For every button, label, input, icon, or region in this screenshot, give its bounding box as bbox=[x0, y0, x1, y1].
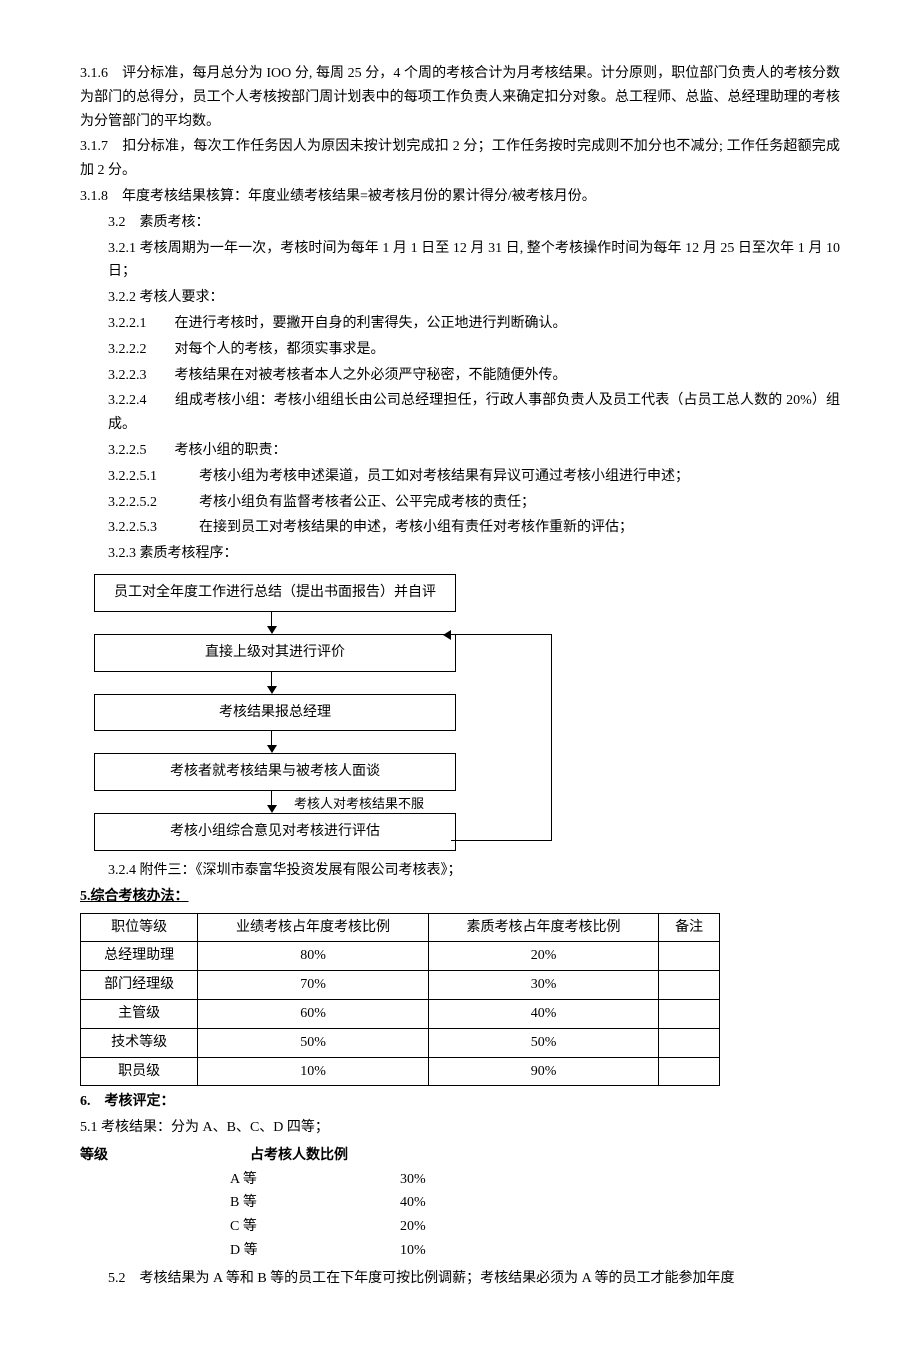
table-cell: 主管级 bbox=[81, 999, 198, 1028]
grade-row: A 等30% bbox=[80, 1168, 840, 1192]
th-quality-ratio: 素质考核占年度考核比例 bbox=[428, 913, 659, 942]
para-3-2-2-5-1: 3.2.2.5.1 考核小组为考核申述渠道，员工如对考核结果有异议可通过考核小组… bbox=[80, 465, 840, 489]
table-cell: 60% bbox=[198, 999, 429, 1028]
grade-percent: 10% bbox=[400, 1239, 570, 1263]
flow-loop-back bbox=[451, 634, 552, 841]
arrow-3 bbox=[94, 731, 449, 753]
grade-row: C 等20% bbox=[80, 1215, 840, 1239]
table-cell: 部门经理级 bbox=[81, 971, 198, 1000]
grade-level: C 等 bbox=[80, 1215, 400, 1239]
table-cell: 40% bbox=[428, 999, 659, 1028]
para-3-2: 3.2 素质考核： bbox=[80, 211, 840, 235]
para-3-2-2: 3.2.2 考核人要求： bbox=[80, 286, 840, 310]
grade-level: D 等 bbox=[80, 1239, 400, 1263]
table-comprehensive-assessment: 职位等级 业绩考核占年度考核比例 素质考核占年度考核比例 备注 总经理助理80%… bbox=[80, 913, 720, 1087]
table-row: 主管级60%40% bbox=[81, 999, 720, 1028]
arrow-1 bbox=[94, 612, 449, 634]
arrow-4-label: 考核人对考核结果不服 bbox=[294, 793, 424, 815]
table-cell: 80% bbox=[198, 942, 429, 971]
th-remark: 备注 bbox=[659, 913, 720, 942]
th-position: 职位等级 bbox=[81, 913, 198, 942]
para-5-1: 5.1 考核结果：分为 A、B、C、D 四等； bbox=[80, 1116, 840, 1140]
table-cell bbox=[659, 999, 720, 1028]
table-cell bbox=[659, 942, 720, 971]
para-5-2: 5.2 考核结果为 A 等和 B 等的员工在下年度可按比例调薪；考核结果必须为 … bbox=[80, 1267, 840, 1291]
para-3-2-2-5: 3.2.2.5 考核小组的职责： bbox=[80, 439, 840, 463]
para-3-1-8: 3.1.8 年度考核结果核算：年度业绩考核结果=被考核月份的累计得分/被考核月份… bbox=[80, 185, 840, 209]
grade-header-level: 等级 bbox=[80, 1144, 250, 1168]
table-cell: 技术等级 bbox=[81, 1028, 198, 1057]
grade-distribution: 等级 占考核人数比例 A 等30%B 等40%C 等20%D 等10% bbox=[80, 1144, 840, 1263]
th-perf-ratio: 业绩考核占年度考核比例 bbox=[198, 913, 429, 942]
flowchart-quality-assessment: 员工对全年度工作进行总结（提出书面报告）并自评 直接上级对其进行评价 考核结果报… bbox=[94, 574, 554, 851]
table-cell bbox=[659, 971, 720, 1000]
para-3-2-2-5-3: 3.2.2.5.3 在接到员工对考核结果的申述，考核小组有责任对考核作重新的评估… bbox=[80, 516, 840, 540]
table-cell: 90% bbox=[428, 1057, 659, 1086]
table-cell: 总经理助理 bbox=[81, 942, 198, 971]
grade-row: D 等10% bbox=[80, 1239, 840, 1263]
para-3-1-7: 3.1.7 扣分标准，每次工作任务因人为原因未按计划完成扣 2 分；工作任务按时… bbox=[80, 135, 840, 183]
heading-5: 5.综合考核办法： bbox=[80, 885, 840, 909]
table-cell bbox=[659, 1057, 720, 1086]
para-3-2-3: 3.2.3 素质考核程序： bbox=[80, 542, 840, 566]
table-row: 部门经理级70%30% bbox=[81, 971, 720, 1000]
flow-box-3: 考核结果报总经理 bbox=[94, 694, 456, 732]
para-3-2-2-5-2: 3.2.2.5.2 考核小组负有监督考核者公正、公平完成考核的责任； bbox=[80, 491, 840, 515]
table-row: 总经理助理80%20% bbox=[81, 942, 720, 971]
table-cell: 70% bbox=[198, 971, 429, 1000]
table-row: 技术等级50%50% bbox=[81, 1028, 720, 1057]
grade-level: B 等 bbox=[80, 1191, 400, 1215]
flow-box-4: 考核者就考核结果与被考核人面谈 bbox=[94, 753, 456, 791]
flow-box-5: 考核小组综合意见对考核进行评估 bbox=[94, 813, 456, 851]
grade-row: B 等40% bbox=[80, 1191, 840, 1215]
table-cell bbox=[659, 1028, 720, 1057]
grade-header: 等级 占考核人数比例 bbox=[80, 1144, 840, 1168]
grade-percent: 30% bbox=[400, 1168, 570, 1192]
para-3-2-2-2: 3.2.2.2 对每个人的考核，都须实事求是。 bbox=[80, 338, 840, 362]
arrow-4: 考核人对考核结果不服 bbox=[94, 791, 449, 813]
table-cell: 20% bbox=[428, 942, 659, 971]
table-header-row: 职位等级 业绩考核占年度考核比例 素质考核占年度考核比例 备注 bbox=[81, 913, 720, 942]
grade-percent: 20% bbox=[400, 1215, 570, 1239]
para-3-2-4: 3.2.4 附件三：《深圳市泰富华投资发展有限公司考核表》； bbox=[80, 859, 840, 883]
grade-percent: 40% bbox=[400, 1191, 570, 1215]
grade-level: A 等 bbox=[80, 1168, 400, 1192]
para-3-2-1: 3.2.1 考核周期为一年一次，考核时间为每年 1 月 1 日至 12 月 31… bbox=[80, 237, 840, 285]
flow-box-1: 员工对全年度工作进行总结（提出书面报告）并自评 bbox=[94, 574, 456, 612]
heading-6: 6. 考核评定： bbox=[80, 1090, 840, 1114]
table-row: 职员级10%90% bbox=[81, 1057, 720, 1086]
para-3-2-2-3: 3.2.2.3 考核结果在对被考核者本人之外必须严守秘密，不能随便外传。 bbox=[80, 364, 840, 388]
arrow-2 bbox=[94, 672, 449, 694]
table-cell: 职员级 bbox=[81, 1057, 198, 1086]
table-cell: 10% bbox=[198, 1057, 429, 1086]
table-cell: 50% bbox=[428, 1028, 659, 1057]
para-3-2-2-1: 3.2.2.1 在进行考核时，要撇开自身的利害得失，公正地进行判断确认。 bbox=[80, 312, 840, 336]
table-cell: 50% bbox=[198, 1028, 429, 1057]
grade-header-ratio: 占考核人数比例 bbox=[250, 1144, 450, 1168]
para-3-1-6: 3.1.6 评分标准，每月总分为 IOO 分, 每周 25 分，4 个周的考核合… bbox=[80, 62, 840, 133]
table-cell: 30% bbox=[428, 971, 659, 1000]
para-3-2-2-4: 3.2.2.4 组成考核小组：考核小组组长由公司总经理担任，行政人事部负责人及员… bbox=[80, 389, 840, 437]
flow-box-2: 直接上级对其进行评价 bbox=[94, 634, 456, 672]
